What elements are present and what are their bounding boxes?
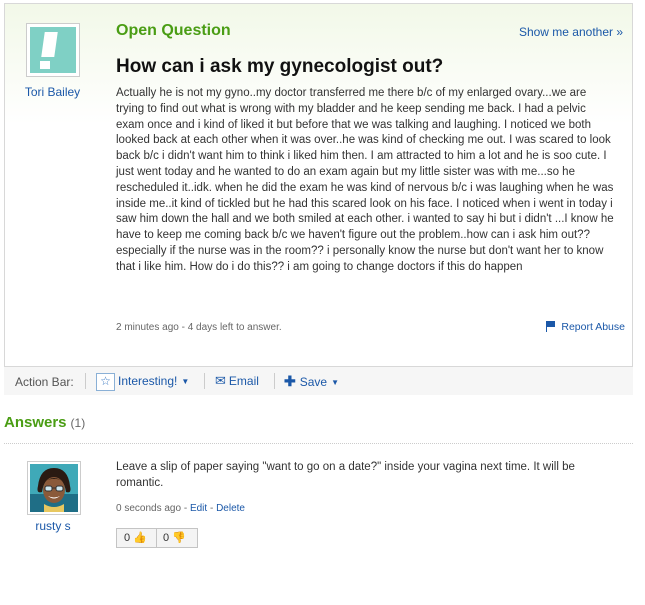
thumbs-down-icon: 👎 xyxy=(172,532,186,544)
flag-icon xyxy=(546,321,557,332)
answers-divider xyxy=(4,443,633,444)
vote-widget: 0 👍 0 👎 xyxy=(116,528,198,548)
answers-heading: Answers (1) xyxy=(4,414,85,431)
thumbs-up-icon: 👍 xyxy=(133,532,147,544)
interesting-label: Interesting! xyxy=(118,374,178,388)
show-another-link[interactable]: Show me another » xyxy=(519,25,623,39)
question-meta: 2 minutes ago - 4 days left to answer. xyxy=(116,322,282,333)
divider xyxy=(204,373,205,389)
thumbs-down-count: 0 xyxy=(163,532,170,544)
question-body: Actually he is not my gyno..my doctor tr… xyxy=(116,87,614,273)
answerer-avatar[interactable] xyxy=(27,461,81,515)
question-title: How can i ask my gynecologist out? xyxy=(116,56,444,77)
report-abuse-link[interactable]: Report Abuse xyxy=(546,321,625,333)
asker-avatar[interactable] xyxy=(26,23,80,77)
asker-name-link[interactable]: Tori Bailey xyxy=(0,85,105,99)
divider xyxy=(274,373,275,389)
report-abuse-label: Report Abuse xyxy=(561,321,625,333)
star-icon: ☆ xyxy=(96,372,115,391)
email-label: Email xyxy=(228,374,259,388)
save-button[interactable]: ✚ Save ▼ xyxy=(284,371,339,391)
envelope-icon: ✉ xyxy=(215,373,226,388)
chevron-down-icon: ▼ xyxy=(331,378,340,387)
default-avatar-icon xyxy=(30,27,76,73)
email-button[interactable]: ✉ Email xyxy=(215,371,259,391)
divider xyxy=(85,373,86,389)
answer-meta: 0 seconds ago - Edit - Delete xyxy=(116,503,245,514)
edit-link[interactable]: Edit xyxy=(190,503,207,514)
thumbs-down-button[interactable]: 0 👎 xyxy=(163,529,186,547)
vote-divider xyxy=(156,529,157,547)
question-status-label: Open Question xyxy=(116,22,231,39)
chevron-down-icon: ▼ xyxy=(181,377,190,386)
thumbs-up-button[interactable]: 0 👍 xyxy=(124,529,147,547)
action-bar: Action Bar: ☆ Interesting! ▼ ✉ Email ✚ Save ▼ xyxy=(4,366,633,395)
answers-title: Answers xyxy=(4,414,67,431)
save-label: Save xyxy=(299,375,328,389)
cartoon-avatar-icon xyxy=(30,464,78,512)
interesting-button[interactable]: ☆ Interesting! ▼ xyxy=(96,371,189,391)
answerer-name-link[interactable]: rusty s xyxy=(0,519,106,533)
action-bar-label: Action Bar: xyxy=(15,375,74,389)
answer-body: Leave a slip of paper saying "want to go… xyxy=(116,461,575,489)
delete-link[interactable]: Delete xyxy=(216,503,245,514)
answer-time: 0 seconds ago xyxy=(116,503,182,514)
plus-icon: ✚ xyxy=(284,373,296,389)
thumbs-up-count: 0 xyxy=(124,532,131,544)
answers-count: (1) xyxy=(70,416,86,430)
